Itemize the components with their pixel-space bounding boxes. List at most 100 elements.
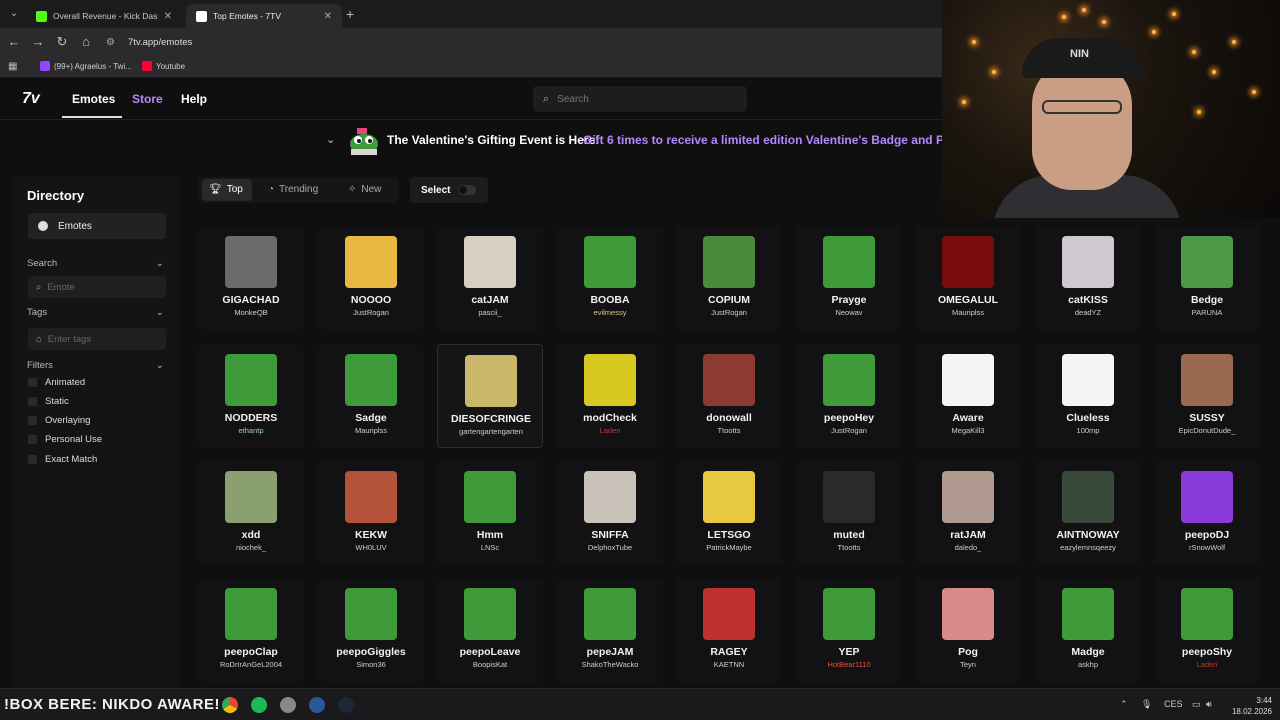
emote-card[interactable]: peepoLeave BoopisKat <box>437 578 543 682</box>
apps-grid-icon[interactable]: ▦ <box>8 61 17 72</box>
emote-owner[interactable]: EpicDonutDude_ <box>1154 426 1260 435</box>
emote-owner[interactable]: Laden <box>1154 660 1260 669</box>
emote-owner[interactable]: PatrickMaybe <box>676 543 782 552</box>
emote-owner[interactable]: HotBear1110 <box>796 660 902 669</box>
emote-card[interactable]: SNIFFA DelphoxTube <box>557 461 663 565</box>
emote-card[interactable]: DIESOFCRINGE gartengartengarten <box>437 344 543 448</box>
emote-owner[interactable]: JustRogan <box>676 308 782 317</box>
emote-card[interactable]: peepoGiggles Simon36 <box>318 578 424 682</box>
chevron-down-icon[interactable]: ⌄ <box>156 360 164 371</box>
emote-owner[interactable]: Mauriplss <box>915 308 1021 317</box>
emote-owner[interactable]: deadYZ <box>1035 308 1141 317</box>
filter-animated[interactable]: Animated <box>28 377 85 388</box>
emote-card[interactable]: OMEGALUL Mauriplss <box>915 226 1021 330</box>
new-tab-button[interactable]: + <box>346 6 354 22</box>
url-field[interactable]: ⚙ 7tv.app/emotes <box>106 32 936 52</box>
close-icon[interactable]: ✕ <box>164 11 172 22</box>
emote-owner[interactable]: 100mp <box>1035 426 1141 435</box>
emote-owner[interactable]: evilmessy <box>557 308 663 317</box>
emote-card[interactable]: muted Ttootts <box>796 461 902 565</box>
emote-card[interactable]: peepoHey JustRogan <box>796 344 902 448</box>
emote-card[interactable]: RAGEY KAETNN <box>676 578 782 682</box>
emote-owner[interactable]: BoopisKat <box>437 660 543 669</box>
emote-card[interactable]: Clueless 100mp <box>1035 344 1141 448</box>
emote-card[interactable]: catKISS deadYZ <box>1035 226 1141 330</box>
emote-card[interactable]: modCheck Laden <box>557 344 663 448</box>
chevron-down-icon[interactable]: ⌄ <box>156 307 164 318</box>
emote-owner[interactable]: PARUNA <box>1154 308 1260 317</box>
emote-card[interactable]: ratJAM daledo_ <box>915 461 1021 565</box>
checkbox[interactable] <box>28 435 37 444</box>
emote-owner[interactable]: LNSc <box>437 543 543 552</box>
home-icon[interactable]: ⌂ <box>78 34 94 49</box>
checkbox[interactable] <box>28 397 37 406</box>
tags-input[interactable]: ⌂ Enter tags <box>28 328 166 350</box>
bookmark-youtube[interactable]: Youtube <box>142 61 185 71</box>
tab-7tv-emotes[interactable]: Top Emotes - 7TV ✕ <box>186 4 342 28</box>
emote-card[interactable]: NODDERS ethantp <box>198 344 304 448</box>
emote-card[interactable]: Hmm LNSc <box>437 461 543 565</box>
emote-card[interactable]: xdd niochek_ <box>198 461 304 565</box>
emote-owner[interactable]: JustRogan <box>796 426 902 435</box>
site-info-icon[interactable]: ⚙ <box>106 37 120 48</box>
emote-owner[interactable]: KAETNN <box>676 660 782 669</box>
emote-card[interactable]: catJAM pascii_ <box>437 226 543 330</box>
spotify-icon[interactable] <box>251 697 267 713</box>
emote-card[interactable]: BOOBA evilmessy <box>557 226 663 330</box>
emote-card[interactable]: Aware MegaKill3 <box>915 344 1021 448</box>
bookmark-twitch[interactable]: (99+) Agraelus - Twi... <box>40 61 132 71</box>
tab-trending[interactable]: ◔ Trending <box>268 184 318 195</box>
emote-search-input[interactable]: ⌕ Emote <box>28 276 166 298</box>
emote-card[interactable]: donowall Ttootts <box>676 344 782 448</box>
sidebar-item-emotes[interactable]: Emotes <box>28 213 166 239</box>
emote-card[interactable]: SUSSY EpicDonutDude_ <box>1154 344 1260 448</box>
close-icon[interactable]: ✕ <box>324 11 332 22</box>
emote-owner[interactable]: MegaKill3 <box>915 426 1021 435</box>
emote-card[interactable]: NOOOO JustRogan <box>318 226 424 330</box>
emote-card[interactable]: Pog Teyn <box>915 578 1021 682</box>
checkbox[interactable] <box>28 416 37 425</box>
nav-help[interactable]: Help <box>181 92 207 106</box>
system-clock[interactable]: 3:44 18.02.2026 <box>1222 695 1272 717</box>
site-search-input[interactable]: ⌕ Search <box>533 86 747 112</box>
emote-card[interactable]: peepoDJ rSnowWolf <box>1154 461 1260 565</box>
filter-overlaying[interactable]: Overlaying <box>28 415 90 426</box>
emote-card[interactable]: KEKW WH0LUV <box>318 461 424 565</box>
emote-card[interactable]: Sadge Mauriplss <box>318 344 424 448</box>
emote-card[interactable]: Madge askhp <box>1035 578 1141 682</box>
emote-card[interactable]: AINTNOWAY eazylemnsqeezy <box>1035 461 1141 565</box>
emote-owner[interactable]: WH0LUV <box>318 543 424 552</box>
emote-owner[interactable]: DelphoxTube <box>557 543 663 552</box>
filter-exact-match[interactable]: Exact Match <box>28 454 97 465</box>
emote-owner[interactable]: RoDrIrAnGeL2004 <box>198 660 304 669</box>
7tv-logo[interactable]: 7v <box>22 90 40 108</box>
select-toggle-button[interactable]: Select <box>410 177 488 203</box>
emote-owner[interactable]: niochek_ <box>198 543 304 552</box>
nav-store[interactable]: Store <box>132 92 163 106</box>
app-icon[interactable] <box>280 697 296 713</box>
emote-owner[interactable]: Mauriplss <box>318 426 424 435</box>
forward-icon[interactable]: → <box>30 34 46 49</box>
emote-card[interactable]: YEP HotBear1110 <box>796 578 902 682</box>
back-icon[interactable]: ← <box>6 34 22 49</box>
emote-owner[interactable]: pascii_ <box>437 308 543 317</box>
emote-owner[interactable]: Ttootts <box>796 543 902 552</box>
emote-card[interactable]: peepoClap RoDrIrAnGeL2004 <box>198 578 304 682</box>
emote-owner[interactable]: Laden <box>557 426 663 435</box>
emote-owner[interactable]: Ttootts <box>676 426 782 435</box>
emote-owner[interactable]: JustRogan <box>318 308 424 317</box>
toggle-switch[interactable] <box>458 185 477 195</box>
reload-icon[interactable]: ↻ <box>54 34 70 50</box>
checkbox[interactable] <box>28 455 37 464</box>
emote-owner[interactable]: MonkeQB <box>198 308 304 317</box>
emote-owner[interactable]: Neowav <box>796 308 902 317</box>
emote-owner[interactable]: rSnowWolf <box>1154 543 1260 552</box>
chevron-down-icon[interactable]: ⌄ <box>326 133 335 146</box>
tab-new[interactable]: ✧ New <box>348 184 381 195</box>
app-icon[interactable] <box>309 697 325 713</box>
emote-owner[interactable]: askhp <box>1035 660 1141 669</box>
checkbox[interactable] <box>28 378 37 387</box>
emote-card[interactable]: pepeJAM ShakoTheWacko <box>557 578 663 682</box>
emote-owner[interactable]: Teyn <box>915 660 1021 669</box>
emote-card[interactable]: peepoShy Laden <box>1154 578 1260 682</box>
